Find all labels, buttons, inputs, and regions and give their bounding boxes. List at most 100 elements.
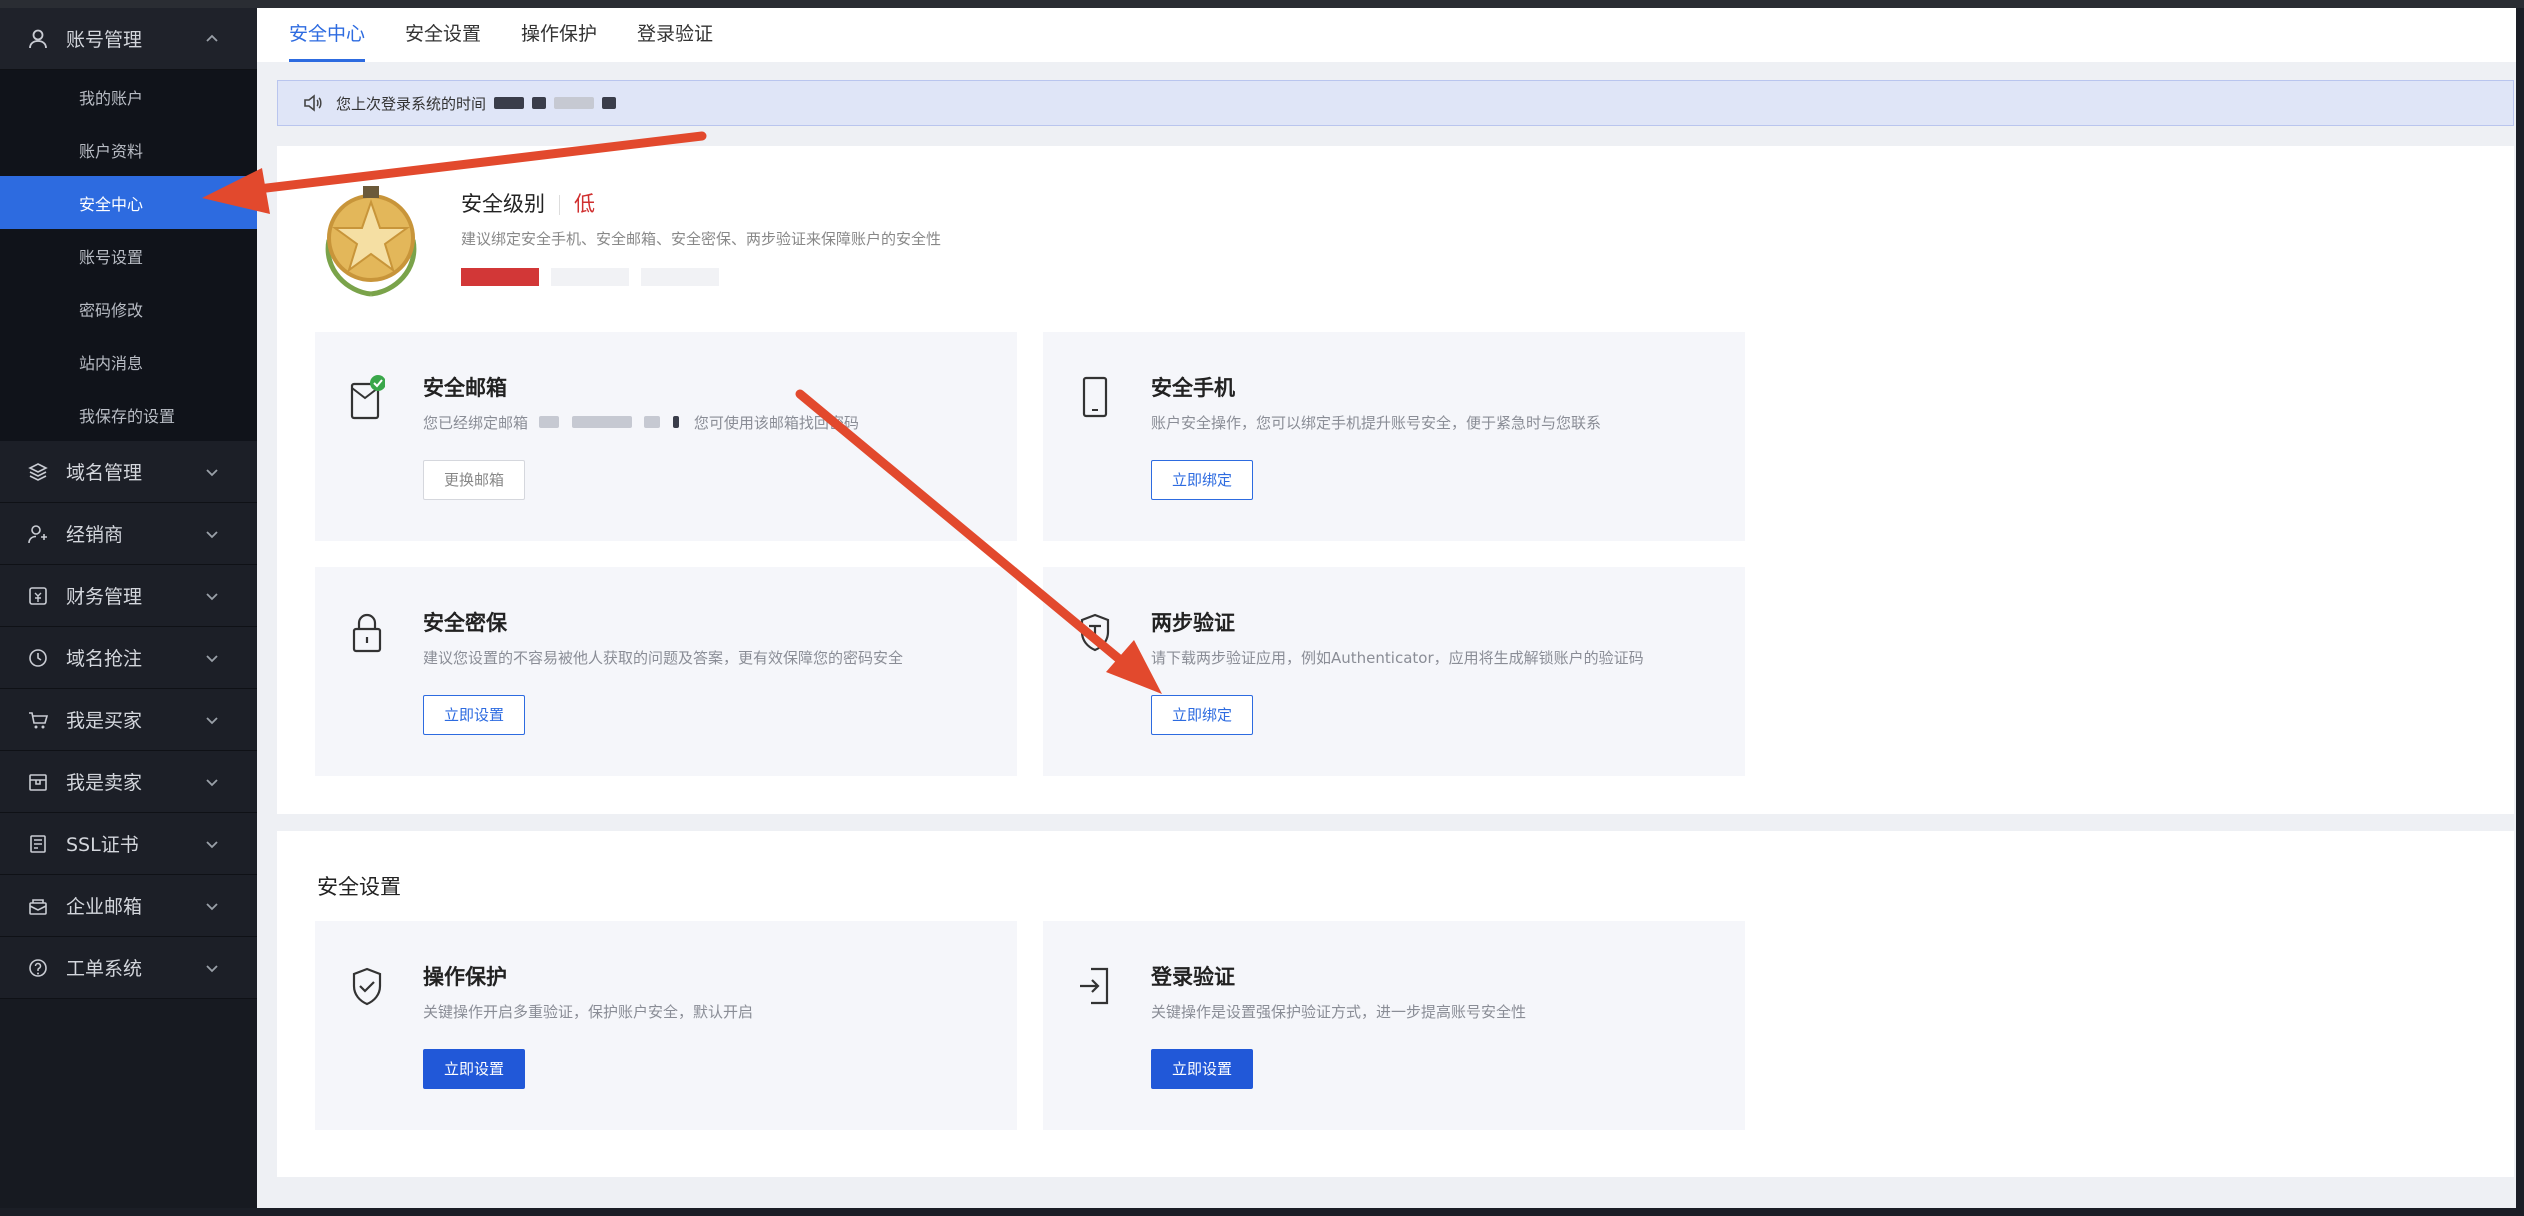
card-desc: 您已经绑定邮箱 您可使用该邮箱找回密码 (423, 412, 859, 433)
sidebar-group-label: 域名抢注 (66, 648, 143, 670)
layers-icon (26, 460, 50, 484)
chevron-up-icon (206, 34, 218, 42)
user-icon (26, 27, 50, 51)
account-submenu: 我的账户 账户资料 安全中心 账号设置 密码修改 站内消息 我保存的设置 (0, 70, 257, 441)
section-title: 安全设置 (317, 875, 401, 899)
clock-icon (26, 646, 50, 670)
cart-icon (26, 708, 50, 732)
masked-value (644, 416, 661, 428)
sidebar-group-finance[interactable]: 财务管理 (0, 565, 257, 627)
sidebar-item-security-center[interactable]: 安全中心 (0, 176, 257, 229)
login-icon (1080, 967, 1109, 1005)
shield-t-icon (1080, 613, 1110, 652)
sidebar-group-label: 经销商 (66, 524, 124, 546)
tab-login-verify[interactable]: 登录验证 (637, 8, 713, 62)
card-title: 操作保护 (423, 965, 507, 989)
security-level-title: 安全级别 低 (461, 188, 595, 218)
card-desc: 关键操作是设置强保护验证方式，进一步提高账号安全性 (1151, 1003, 1527, 1021)
security-overview-panel: 安全级别 低 建议绑定安全手机、安全邮箱、安全密保、两步验证来保障账户的安全性 安… (277, 146, 2514, 814)
card-desc: 建议您设置的不容易被他人获取的问题及答案，更有效保障您的密码安全 (423, 649, 904, 667)
sidebar-group-domains[interactable]: 域名管理 (0, 441, 257, 503)
security-level-desc: 建议绑定安全手机、安全邮箱、安全密保、两步验证来保障账户的安全性 (461, 230, 942, 248)
sidebar-group-buyer[interactable]: 我是买家 (0, 689, 257, 751)
level-segment (551, 268, 629, 286)
sidebar-group-dealer[interactable]: 经销商 (0, 503, 257, 565)
sidebar-group-ssl[interactable]: SSL证书 (0, 813, 257, 875)
divider (559, 195, 560, 215)
dealer-icon (26, 522, 50, 546)
masked-value (538, 416, 559, 428)
card-desc: 关键操作开启多重验证，保护账户安全，默认开启 (423, 1003, 754, 1021)
set-question-button[interactable]: 立即设置 (423, 695, 526, 735)
card-security-question: 安全密保 建议您设置的不容易被他人获取的问题及答案，更有效保障您的密码安全 立即… (315, 567, 1017, 776)
masked-value (571, 416, 632, 428)
ssl-icon (26, 832, 50, 856)
tab-security-settings[interactable]: 安全设置 (405, 8, 481, 62)
screen: 账号管理 我的账户 账户资料 安全中心 账号设置 密码修改 站内消息 我保存的设… (0, 0, 2524, 1216)
sidebar-group-seller[interactable]: 我是卖家 (0, 751, 257, 813)
masked-value (494, 97, 525, 109)
set-login-verify-button[interactable]: 立即设置 (1151, 1049, 1254, 1089)
speaker-icon (304, 94, 322, 112)
level-segment-filled (461, 268, 539, 286)
card-desc: 请下载两步验证应用，例如Authenticator，应用将生成解锁账户的验证码 (1151, 649, 1644, 667)
sidebar-group-label: 财务管理 (66, 586, 143, 608)
tab-operation-protect[interactable]: 操作保护 (521, 8, 597, 62)
set-protect-button[interactable]: 立即设置 (423, 1049, 526, 1089)
tab-bar: 安全中心 安全设置 操作保护 登录验证 (257, 8, 2516, 62)
card-security-phone: 安全手机 账户安全操作，您可以绑定手机提升账号安全，便于紧急时与您联系 立即绑定 (1043, 332, 1745, 541)
change-email-button[interactable]: 更换邮箱 (423, 460, 526, 500)
chevron-down-icon (206, 655, 218, 663)
medal-icon (325, 186, 417, 297)
level-segment (641, 268, 719, 286)
tab-security-center[interactable]: 安全中心 (289, 8, 366, 62)
sidebar-group-tickets[interactable]: 工单系统 (0, 937, 257, 999)
sidebar-group-label: 企业邮箱 (66, 896, 143, 918)
window-top-bar (0, 0, 2524, 8)
sidebar-item-messages[interactable]: 站内消息 (0, 335, 257, 388)
card-title: 安全手机 (1151, 376, 1235, 400)
sidebar-group-label: 账号管理 (66, 29, 143, 51)
email-desc-suffix: 您可使用该邮箱找回密码 (693, 414, 859, 432)
security-level-bar (461, 268, 731, 286)
card-title: 安全密保 (423, 611, 507, 635)
card-desc: 账户安全操作，您可以绑定手机提升账号安全，便于紧急时与您联系 (1151, 414, 1602, 432)
last-login-notice: 您上次登录系统的时间 (277, 80, 2514, 126)
bind-phone-button[interactable]: 立即绑定 (1151, 460, 1254, 500)
sidebar-item-profile[interactable]: 账户资料 (0, 123, 257, 176)
sidebar-group-account[interactable]: 账号管理 (0, 8, 257, 70)
sidebar-group-enterprise-mail[interactable]: 企业邮箱 (0, 875, 257, 937)
bind-two-step-button[interactable]: 立即绑定 (1151, 695, 1254, 735)
security-level-label: 安全级别 (461, 192, 545, 216)
finance-icon (26, 584, 50, 608)
sidebar-item-password[interactable]: 密码修改 (0, 282, 257, 335)
masked-value (673, 416, 680, 428)
sidebar-group-label: SSL证书 (66, 834, 139, 856)
chevron-down-icon (206, 903, 218, 911)
sidebar-group-snapback[interactable]: 域名抢注 (0, 627, 257, 689)
chevron-down-icon (206, 965, 218, 973)
card-security-email: 安全邮箱 您已经绑定邮箱 您可使用该邮箱找回密码 更换邮箱 (315, 332, 1017, 541)
sidebar: 账号管理 我的账户 账户资料 安全中心 账号设置 密码修改 站内消息 我保存的设… (0, 8, 257, 1208)
sidebar-group-label: 我是买家 (66, 710, 143, 732)
security-settings-panel: 安全设置 操作保护 关键操作开启多重验证，保护账户安全，默认开启 立即设置 登录… (277, 831, 2514, 1177)
masked-value (554, 97, 595, 109)
card-title: 安全邮箱 (423, 376, 507, 400)
shield-check-icon (352, 967, 382, 1006)
sidebar-item-saved-settings[interactable]: 我保存的设置 (0, 388, 257, 441)
email-desc-prefix: 您已经绑定邮箱 (423, 414, 529, 432)
store-icon (26, 770, 50, 794)
card-login-verify: 登录验证 关键操作是设置强保护验证方式，进一步提高账号安全性 立即设置 (1043, 921, 1745, 1130)
sidebar-group-label: 我是卖家 (66, 772, 143, 794)
sidebar-item-account-settings[interactable]: 账号设置 (0, 229, 257, 282)
notice-text: 您上次登录系统的时间 (336, 94, 487, 113)
chevron-down-icon (206, 593, 218, 601)
card-operation-protect: 操作保护 关键操作开启多重验证，保护账户安全，默认开启 立即设置 (315, 921, 1017, 1130)
sidebar-item-my-account[interactable]: 我的账户 (0, 70, 257, 123)
chevron-down-icon (206, 469, 218, 477)
sidebar-group-label: 工单系统 (66, 958, 143, 980)
chevron-down-icon (206, 717, 218, 725)
chevron-down-icon (206, 841, 218, 849)
chevron-down-icon (206, 531, 218, 539)
masked-value (602, 97, 617, 109)
